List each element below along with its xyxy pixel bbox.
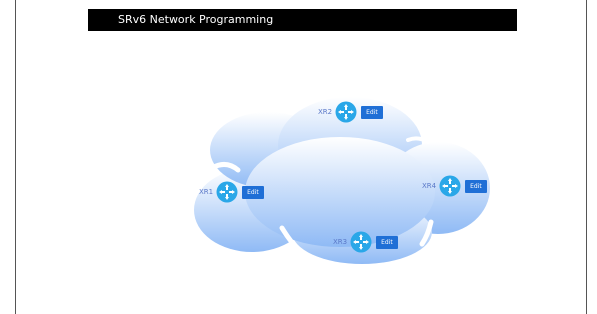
node-xr1[interactable]: XR1 Edit	[199, 181, 264, 203]
network-cloud	[194, 97, 490, 264]
edit-button-xr4[interactable]: Edit	[465, 179, 487, 193]
node-xr4[interactable]: XR4 Edit	[422, 175, 487, 197]
node-label: XR1	[199, 188, 214, 196]
router-icon[interactable]	[216, 181, 238, 203]
node-xr2[interactable]: XR2 Edit	[318, 101, 383, 123]
node-label: XR4	[422, 182, 437, 190]
node-label: XR2	[318, 108, 333, 116]
edit-button-xr2[interactable]: Edit	[361, 105, 383, 119]
router-icon[interactable]	[335, 101, 357, 123]
router-icon[interactable]	[350, 231, 372, 253]
node-xr3[interactable]: XR3 Edit	[333, 231, 398, 253]
node-label: XR3	[333, 238, 348, 246]
edit-button-xr3[interactable]: Edit	[376, 235, 398, 249]
edit-button-xr1[interactable]: Edit	[242, 185, 264, 199]
router-icon[interactable]	[439, 175, 461, 197]
